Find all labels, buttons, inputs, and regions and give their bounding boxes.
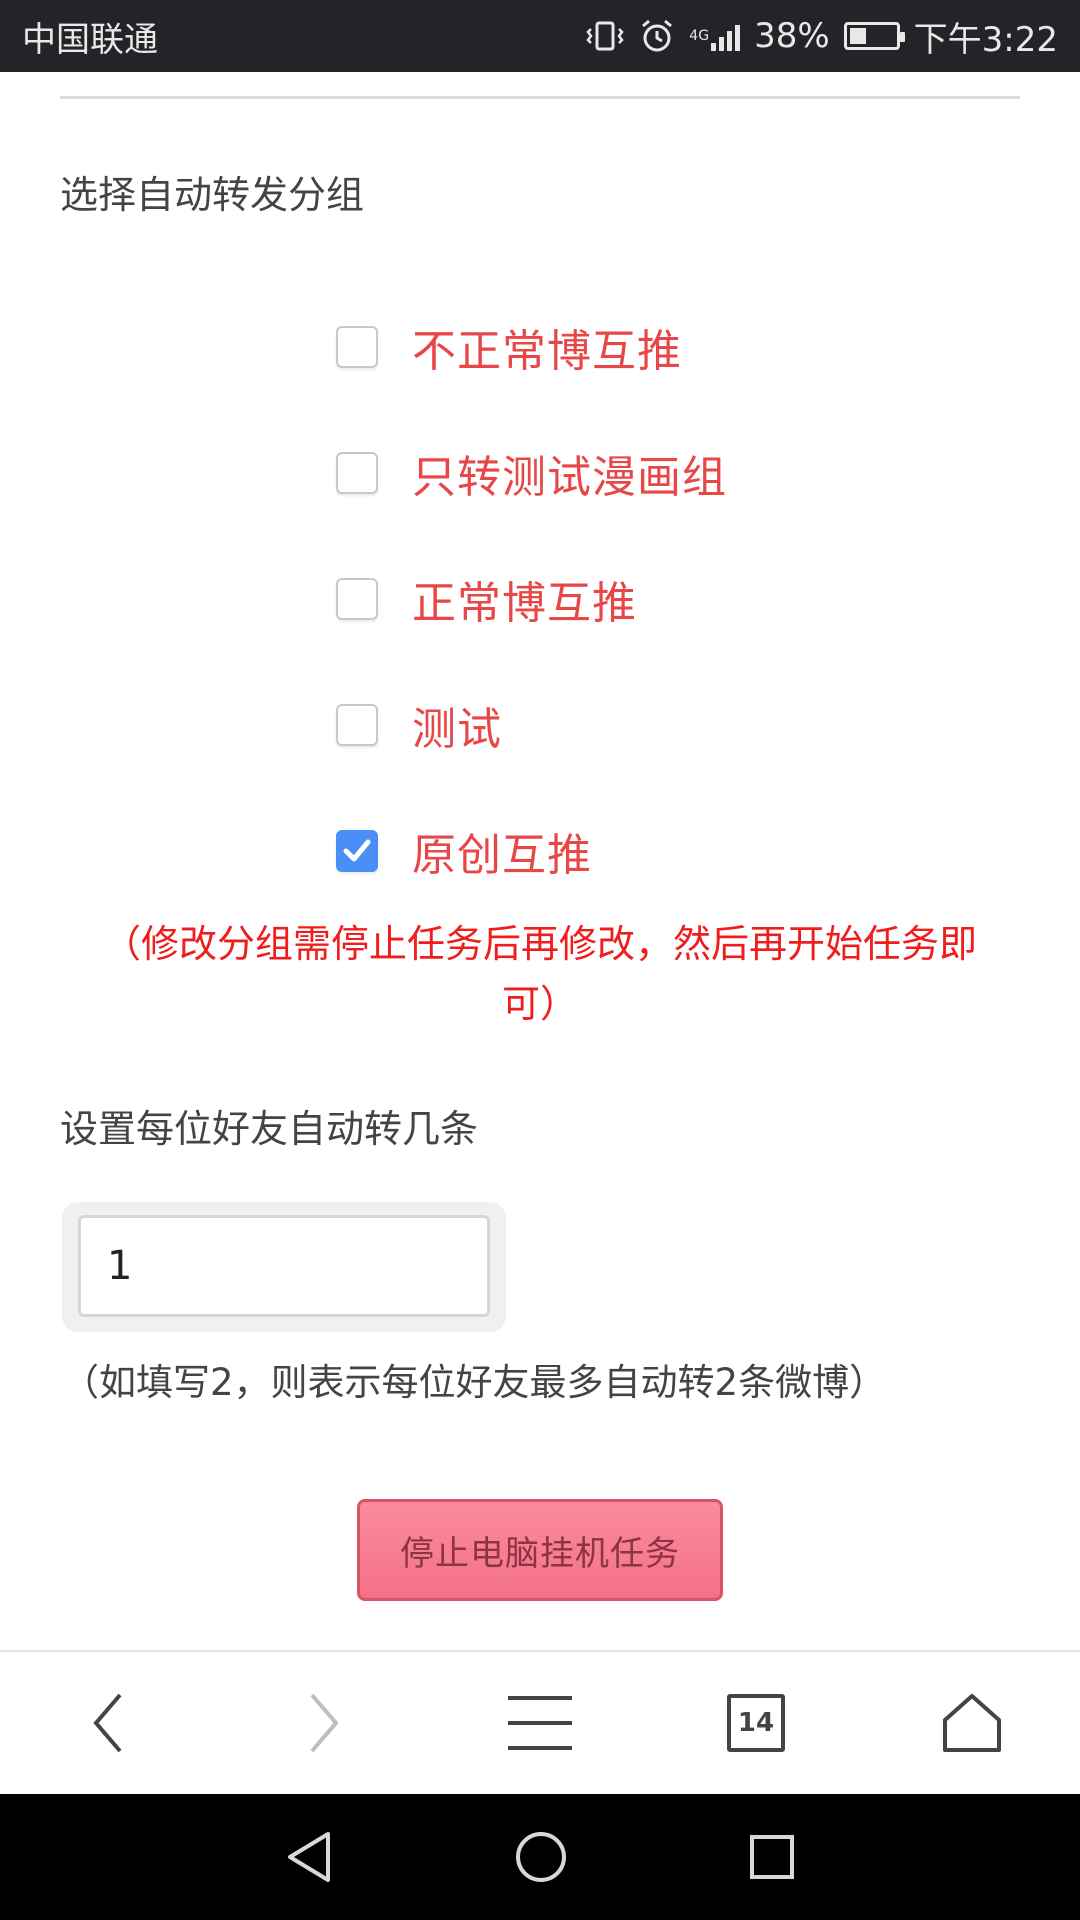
- battery-icon: [843, 22, 905, 50]
- tab-count-badge: 14: [727, 1694, 785, 1752]
- group-label[interactable]: 只转测试漫画组: [412, 441, 727, 505]
- group-item[interactable]: 只转测试漫画组: [336, 410, 1036, 536]
- groups-section-label: 选择自动转发分组: [60, 173, 365, 217]
- back-button[interactable]: [48, 1663, 168, 1783]
- group-item[interactable]: 不正常博互推: [336, 284, 1036, 410]
- stop-task-button[interactable]: 停止电脑挂机任务: [357, 1499, 723, 1601]
- group-item[interactable]: 测试: [336, 662, 1036, 788]
- network-type-label: 4G: [689, 28, 710, 44]
- count-input-wrapper: [62, 1202, 506, 1332]
- status-bar: 中国联通 4G 38% 下午3:22: [0, 0, 1080, 72]
- group-item[interactable]: 原创互推: [336, 788, 1036, 914]
- signal-icon: 4G: [689, 21, 741, 51]
- home-button[interactable]: [912, 1663, 1032, 1783]
- browser-toolbar: 14: [0, 1650, 1080, 1794]
- hamburger-menu-icon: [508, 1696, 572, 1750]
- group-checkbox[interactable]: [336, 578, 378, 620]
- carrier-label: 中国联通: [22, 19, 158, 60]
- chevron-left-icon: [93, 1693, 122, 1753]
- alarm-icon: [639, 18, 675, 54]
- clock: 下午3:22: [913, 19, 1058, 60]
- battery-level: [849, 28, 867, 44]
- checkmark-icon: [343, 839, 371, 862]
- group-checkbox[interactable]: [336, 830, 378, 872]
- back-triangle-icon[interactable]: [284, 1830, 334, 1884]
- divider: [60, 96, 1020, 99]
- repost-count-input[interactable]: [78, 1215, 490, 1317]
- group-checkbox[interactable]: [336, 326, 378, 368]
- vibrate-icon: [585, 20, 625, 52]
- menu-button[interactable]: [480, 1663, 600, 1783]
- count-section-label: 设置每位好友自动转几条: [60, 1107, 479, 1151]
- status-icons: 4G 38% 下午3:22: [585, 12, 1058, 61]
- group-list: 不正常博互推 只转测试漫画组 正常博互推 测试 原创互推: [336, 284, 1036, 914]
- group-label[interactable]: 测试: [412, 693, 502, 757]
- page-content: 选择自动转发分组 不正常博互推 只转测试漫画组 正常博互推 测试 原创互推 （修…: [0, 72, 1080, 1650]
- battery-percent: 38%: [754, 16, 830, 56]
- system-nav-bar: [0, 1794, 1080, 1920]
- group-label[interactable]: 正常博互推: [412, 567, 637, 631]
- forward-button[interactable]: [264, 1663, 384, 1783]
- home-circle-icon[interactable]: [514, 1830, 568, 1884]
- tabs-button[interactable]: 14: [696, 1663, 816, 1783]
- count-hint: （如填写2，则表示每位好友最多自动转2条微博）: [62, 1361, 887, 1404]
- group-label[interactable]: 原创互推: [412, 819, 592, 883]
- group-label[interactable]: 不正常博互推: [412, 315, 682, 379]
- group-checkbox[interactable]: [336, 452, 378, 494]
- home-icon: [943, 1694, 1001, 1752]
- recents-square-icon[interactable]: [748, 1833, 796, 1881]
- group-change-warning: （修改分组需停止任务后再修改，然后再开始任务即可）: [102, 922, 977, 1026]
- group-item[interactable]: 正常博互推: [336, 536, 1036, 662]
- group-checkbox[interactable]: [336, 704, 378, 746]
- chevron-right-icon: [310, 1693, 339, 1753]
